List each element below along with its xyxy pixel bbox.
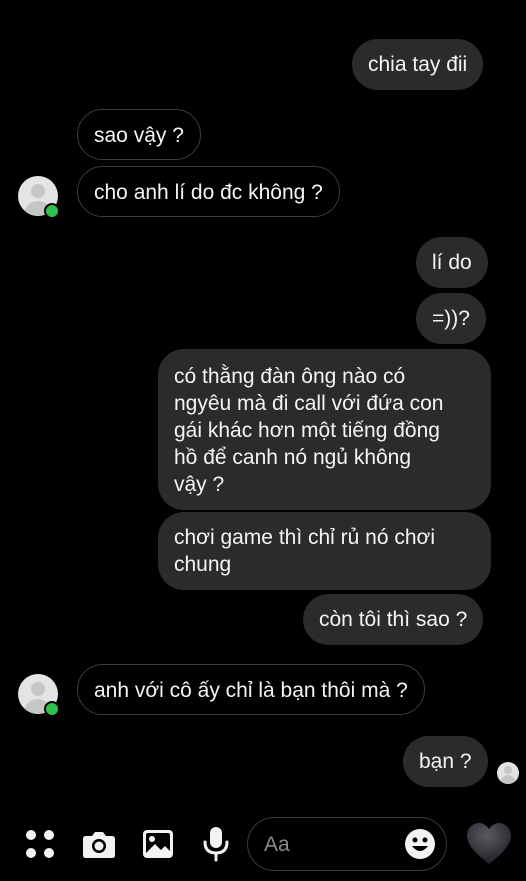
message-input[interactable]: Aa [247, 817, 447, 871]
message-sent[interactable]: còn tôi thì sao ? [303, 594, 484, 645]
message-text-line: chơi game thì chỉ rủ nó chơi [174, 526, 435, 549]
heart-icon[interactable] [465, 822, 513, 866]
message-text-line: có thằng đàn ông nào có [174, 365, 406, 388]
message-received[interactable]: cho anh lí do đc không ? [77, 166, 340, 217]
message-text: sao vậy ? [94, 124, 184, 147]
message-input-placeholder: Aa [264, 833, 290, 856]
gallery-icon[interactable] [142, 829, 174, 859]
message-sent[interactable]: bạn ? [403, 736, 488, 787]
microphone-icon[interactable] [203, 826, 229, 862]
message-text: anh với cô ấy chỉ là bạn thôi mà ? [94, 679, 408, 702]
message-sent[interactable]: chia tay đii [352, 39, 484, 90]
message-received[interactable]: anh với cô ấy chỉ là bạn thôi mà ? [77, 664, 425, 715]
online-status-dot [44, 203, 60, 219]
message-text: còn tôi thì sao ? [319, 608, 468, 631]
message-sent[interactable]: chơi game thì chỉ rủ nó chơi chung [158, 512, 491, 590]
online-status-dot [44, 701, 60, 717]
message-text: =))? [432, 307, 470, 330]
message-text: chia tay đii [368, 53, 468, 76]
message-text: lí do [432, 251, 472, 274]
apps-icon[interactable] [24, 828, 56, 860]
seen-avatar [497, 762, 519, 784]
message-text: cho anh lí do đc không ? [94, 181, 323, 204]
message-text-line: vậy ? [174, 473, 225, 496]
message-text-line: ngyêu mà đi call với đứa con [174, 392, 444, 415]
camera-icon[interactable] [82, 829, 116, 859]
message-sent[interactable]: lí do [416, 237, 488, 288]
emoji-icon[interactable] [404, 828, 436, 860]
message-text-line: gái khác hơn một tiếng đồng [174, 419, 440, 442]
message-sent[interactable]: =))? [416, 293, 486, 344]
message-text: bạn ? [419, 750, 472, 773]
message-text-line: chung [174, 553, 232, 576]
message-received[interactable]: sao vậy ? [77, 109, 201, 160]
message-text-line: hồ để canh nó ngủ không [174, 446, 412, 469]
message-sent[interactable]: có thằng đàn ông nào có ngyêu mà đi call… [158, 349, 491, 510]
